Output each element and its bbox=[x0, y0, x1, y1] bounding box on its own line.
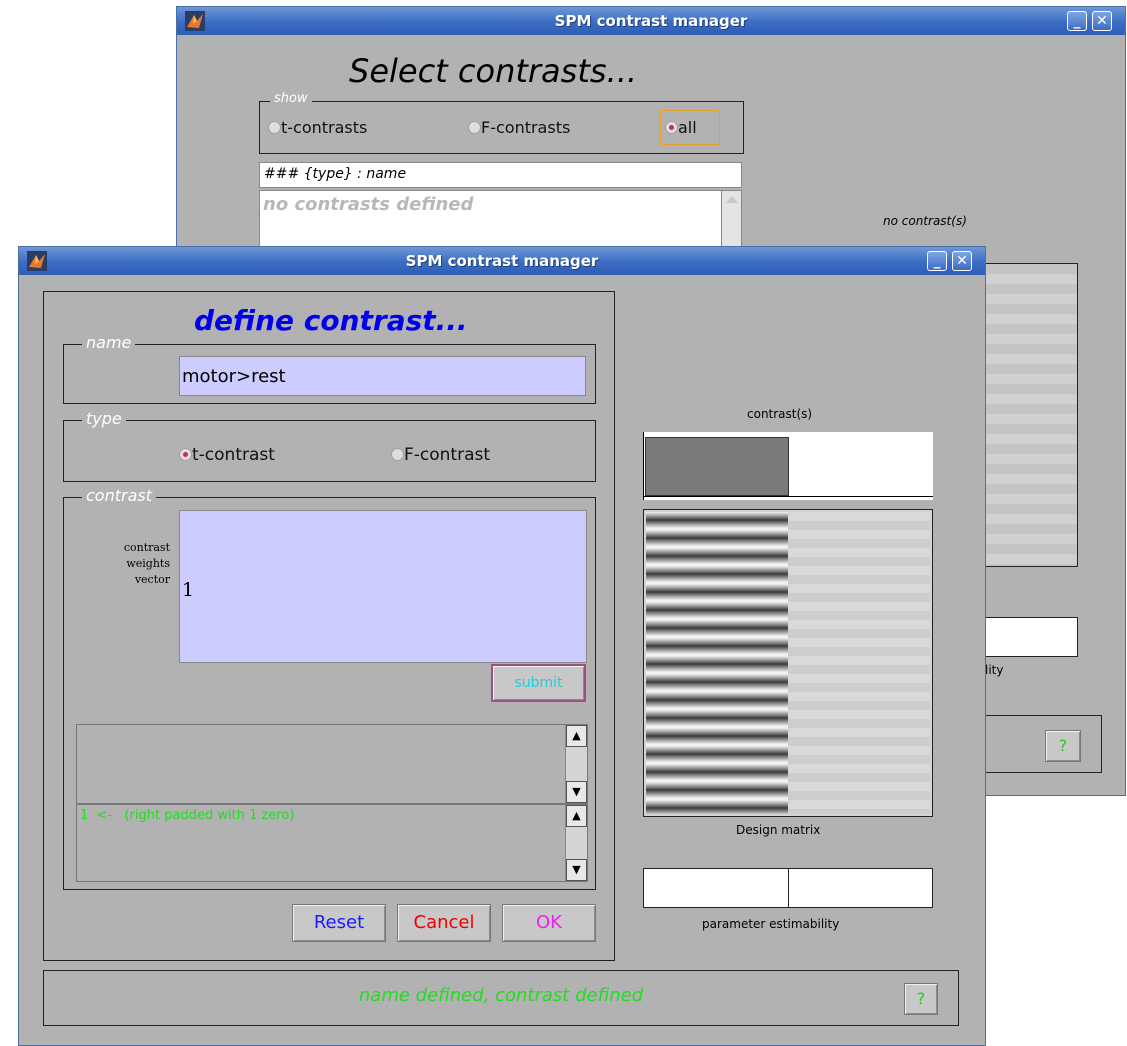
define-heading: define contrast... bbox=[194, 304, 468, 337]
reset-button[interactable]: Reset bbox=[292, 904, 386, 942]
name-legend: name bbox=[82, 333, 136, 352]
radio-f-contrast[interactable]: F-contrast bbox=[391, 445, 490, 465]
ok-button[interactable]: OK bbox=[502, 904, 596, 942]
back-window-title: SPM contrast manager bbox=[554, 12, 748, 30]
radio-t-contrast[interactable]: t-contrast bbox=[179, 445, 275, 465]
weights-input[interactable]: 1 bbox=[179, 510, 587, 663]
list-scrollbar[interactable] bbox=[721, 191, 741, 249]
scroll-down-icon[interactable]: ▼ bbox=[566, 781, 587, 803]
estimability-label: parameter estimability bbox=[702, 917, 840, 931]
status-bar: name defined, contrast defined ? bbox=[43, 970, 959, 1026]
contrast-axis-line bbox=[643, 496, 933, 497]
name-group: name motor>rest bbox=[63, 333, 596, 404]
scroll-up-icon[interactable]: ▲ bbox=[566, 805, 587, 827]
contrast-list[interactable]: no contrasts defined bbox=[259, 190, 742, 250]
type-group: type t-contrast F-contrast bbox=[63, 409, 596, 482]
scroll-up-icon[interactable] bbox=[726, 196, 738, 203]
radio-dot-icon bbox=[391, 448, 404, 461]
radio-dot-icon bbox=[179, 448, 192, 461]
show-group: show t-contrasts F-contrasts all bbox=[259, 91, 744, 154]
back-estimability-box bbox=[982, 617, 1078, 657]
message-scrollbar[interactable]: ▲ ▼ bbox=[565, 805, 587, 881]
contrast-legend: contrast bbox=[82, 486, 156, 505]
scroll-up-icon[interactable]: ▲ bbox=[566, 725, 587, 747]
name-input[interactable]: motor>rest bbox=[179, 356, 586, 396]
scroll-down-icon[interactable]: ▼ bbox=[566, 859, 587, 881]
close-icon[interactable]: ✕ bbox=[1092, 11, 1112, 31]
radio-t-contrasts[interactable]: t-contrasts bbox=[268, 118, 367, 137]
design-matrix-column-1 bbox=[646, 512, 788, 814]
radio-dot-icon bbox=[468, 121, 481, 134]
show-legend: show bbox=[270, 91, 312, 106]
back-contrast-panel bbox=[982, 263, 1078, 567]
front-window: SPM contrast manager _ ✕ define contrast… bbox=[18, 246, 986, 1046]
estimability-divider bbox=[788, 869, 789, 907]
contrast-bar bbox=[645, 437, 789, 496]
status-text: name defined, contrast defined bbox=[358, 985, 644, 1006]
message-area: 1 <- (right padded with 1 zero) ▲ ▼ bbox=[76, 804, 588, 882]
front-titlebar[interactable]: SPM contrast manager _ ✕ bbox=[19, 247, 985, 275]
minimize-icon[interactable]: _ bbox=[927, 251, 947, 271]
close-icon[interactable]: ✕ bbox=[952, 251, 972, 271]
radio-all[interactable]: all bbox=[660, 110, 720, 145]
contrast-group: contrast contrast weights vector 1 submi… bbox=[63, 486, 596, 890]
contrast-list-header: ### {type} : name bbox=[259, 162, 742, 188]
contrast-plot-label: contrast(s) bbox=[747, 407, 813, 421]
back-help-button[interactable]: ? bbox=[1045, 730, 1081, 762]
design-matrix-label: Design matrix bbox=[736, 823, 821, 837]
message-text: 1 <- (right padded with 1 zero) bbox=[80, 808, 295, 823]
message-scrollbar-top[interactable]: ▲ ▼ bbox=[565, 725, 587, 803]
back-estimability-label: lity bbox=[985, 663, 1004, 677]
back-status-bar bbox=[982, 715, 1102, 773]
help-button[interactable]: ? bbox=[904, 983, 938, 1015]
define-contrast-panel: define contrast... name motor>rest type … bbox=[43, 291, 615, 961]
no-contrast-label: no contrast(s) bbox=[883, 214, 967, 228]
weights-value: 1 bbox=[182, 579, 195, 601]
back-titlebar[interactable]: SPM contrast manager _ ✕ bbox=[177, 7, 1125, 35]
radio-dot-icon bbox=[665, 121, 678, 134]
cancel-button[interactable]: Cancel bbox=[397, 904, 491, 942]
design-matrix bbox=[643, 509, 933, 817]
contrast-list-empty: no contrasts defined bbox=[263, 194, 474, 215]
select-heading: Select contrasts... bbox=[349, 52, 638, 90]
message-area-top: ▲ ▼ bbox=[76, 724, 588, 804]
front-window-title: SPM contrast manager bbox=[405, 252, 599, 270]
contrast-plot bbox=[643, 432, 933, 500]
weights-label: contrast weights vector bbox=[123, 541, 170, 586]
radio-dot-icon bbox=[268, 121, 281, 134]
contrast-axis-tick bbox=[643, 432, 644, 500]
type-legend: type bbox=[82, 409, 126, 428]
submit-button[interactable]: submit bbox=[491, 664, 586, 702]
estimability-bar bbox=[643, 868, 933, 908]
radio-f-contrasts[interactable]: F-contrasts bbox=[468, 118, 570, 137]
minimize-icon[interactable]: _ bbox=[1067, 11, 1087, 31]
design-matrix-column-2 bbox=[788, 512, 930, 814]
